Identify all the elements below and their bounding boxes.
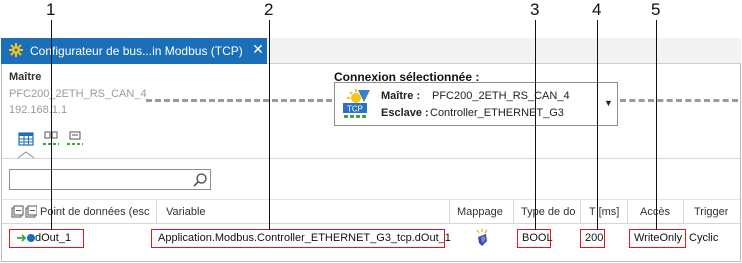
callout-2: 2 [264,0,274,19]
search-icon[interactable] [192,172,208,188]
modbus-tcp-icon: TCP [343,89,370,118]
callout-leader-2 [269,20,270,230]
callout-leader-1 [51,20,52,230]
highlight-box-1 [9,229,84,248]
column-header-type[interactable]: Type de do [521,206,577,218]
highlight-box-2 [151,229,445,248]
column-header-time[interactable]: T [ms] [589,206,619,218]
highlight-box-5 [629,229,686,248]
column-header-access[interactable]: Accès [640,206,670,218]
callout-leader-4 [597,20,598,230]
table-view-icon[interactable] [17,130,35,148]
column-separator [513,199,514,224]
toolbar-divider [2,158,740,159]
expand-collapse-icon[interactable] [11,205,37,219]
column-header-variable[interactable]: Variable [166,206,206,218]
search-input[interactable] [9,169,211,190]
connection-line-left [146,99,332,102]
column-separator [449,199,450,224]
close-icon[interactable]: ✕ [251,41,265,59]
column-separator [156,199,157,224]
connection-master-value: PFC200_2ETH_RS_CAN_4 [432,90,570,102]
connection-slave-value: Controller_ETHERNET_G3 [430,107,564,119]
column-header-mapping[interactable]: Mappage [457,206,503,218]
tab-title: Configurateur de bus...in Modbus (TCP) [30,44,243,58]
trigger-cell[interactable]: Cyclic [689,232,718,244]
connection-dropdown[interactable] [334,82,618,126]
highlight-box-3 [517,229,551,248]
mapping-icon[interactable] [474,229,490,247]
device-view-icon[interactable] [66,130,84,148]
column-separator [580,199,581,224]
master-label: Maître [9,71,42,83]
connection-line-right [620,99,738,102]
callout-leader-3 [535,20,536,230]
column-separator [627,199,628,224]
master-ip-address: 192.168.1.1 [9,104,68,116]
column-separator [683,199,684,224]
highlight-box-4 [580,229,605,248]
callout-5: 5 [651,0,661,19]
column-header-datapoint[interactable]: Point de données (esc [40,206,154,218]
callout-4: 4 [592,0,602,19]
column-header-trigger[interactable]: Trigger [694,206,728,218]
connection-slave-key: Esclave : [381,107,429,119]
callout-leader-5 [656,20,657,230]
bus-configurator-icon [9,43,23,57]
callout-3: 3 [530,0,540,19]
callout-1: 1 [46,0,56,19]
chevron-down-icon[interactable]: ▼ [604,98,613,108]
svg-text:TCP: TCP [347,105,363,114]
connection-master-key: Maître : [381,90,421,102]
master-device-name: PFC200_2ETH_RS_CAN_4 [9,88,147,100]
